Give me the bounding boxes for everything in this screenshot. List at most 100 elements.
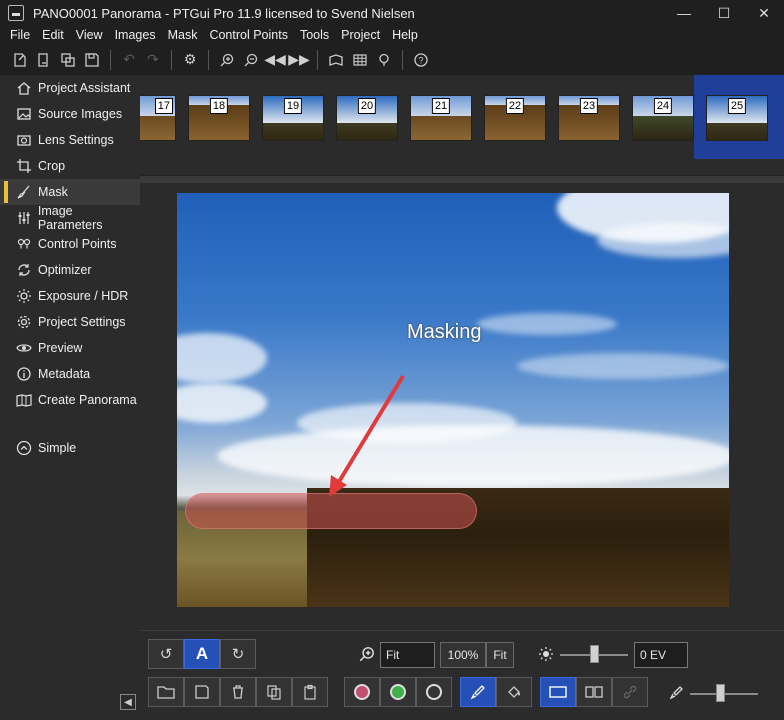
undo-icon[interactable]: ↶ bbox=[117, 48, 141, 72]
eye-icon bbox=[15, 339, 33, 357]
thumbnail-25[interactable]: 25 bbox=[706, 95, 768, 141]
brush-tool-button[interactable] bbox=[460, 677, 496, 707]
sidebar-item-image-parameters[interactable]: Image Parameters bbox=[0, 204, 140, 232]
rotate-left-button[interactable]: ↺ bbox=[148, 639, 184, 669]
link-view-button[interactable] bbox=[612, 677, 648, 707]
panorama-editor-icon[interactable] bbox=[324, 48, 348, 72]
sidebar-item-create-panorama[interactable]: Create Panorama bbox=[0, 387, 140, 413]
menu-view[interactable]: View bbox=[70, 28, 109, 42]
thumbnail-number: 17 bbox=[154, 98, 173, 114]
minimize-button[interactable]: — bbox=[664, 0, 704, 26]
window-title: PANO0001 Panorama - PTGui Pro 11.9 licen… bbox=[33, 5, 415, 21]
source-image[interactable]: Masking bbox=[177, 193, 729, 607]
app-icon bbox=[8, 5, 24, 21]
new-project-icon[interactable] bbox=[8, 48, 32, 72]
mask-canvas[interactable]: Masking bbox=[140, 183, 784, 630]
panorama-icon bbox=[15, 391, 33, 409]
green-mask-button[interactable] bbox=[380, 677, 416, 707]
brush-size-slider-thumb[interactable] bbox=[716, 684, 725, 702]
sidebar-item-label: Preview bbox=[38, 341, 83, 355]
menu-tools[interactable]: Tools bbox=[294, 28, 335, 42]
maximize-button[interactable]: ☐ bbox=[704, 0, 744, 26]
prev-image-icon[interactable]: ◀◀ bbox=[263, 48, 287, 72]
zoom-fit-button[interactable]: Fit bbox=[486, 642, 514, 668]
menu-edit[interactable]: Edit bbox=[36, 28, 70, 42]
paste-mask-button[interactable] bbox=[292, 677, 328, 707]
ev-field[interactable]: 0 EV bbox=[634, 642, 688, 668]
thumbnail-17[interactable]: 17 bbox=[140, 95, 176, 141]
open-images-icon[interactable] bbox=[56, 48, 80, 72]
copy-mask-button[interactable] bbox=[256, 677, 292, 707]
brightness-slider-thumb[interactable] bbox=[590, 645, 599, 663]
next-image-icon[interactable]: ▶▶ bbox=[287, 48, 311, 72]
menu-file[interactable]: File bbox=[4, 28, 36, 42]
collapse-sidebar-button[interactable]: ◀ bbox=[120, 694, 136, 710]
menu-control-points[interactable]: Control Points bbox=[203, 28, 294, 42]
strip-splitter[interactable] bbox=[140, 175, 784, 183]
clear-mask-button[interactable] bbox=[416, 677, 452, 707]
mask-tools-panel: ↺ A ↻ Fit 100% Fit 0 EV bbox=[140, 630, 784, 720]
thumbnail-20[interactable]: 20 bbox=[336, 95, 398, 141]
menu-mask[interactable]: Mask bbox=[162, 28, 204, 42]
title-bar: PANO0001 Panorama - PTGui Pro 11.9 licen… bbox=[0, 0, 784, 26]
text-tool-button[interactable]: A bbox=[184, 639, 220, 669]
red-mask-button[interactable] bbox=[344, 677, 380, 707]
sidebar-item-project-settings[interactable]: Project Settings bbox=[0, 309, 140, 335]
sidebar-item-lens-settings[interactable]: Lens Settings bbox=[0, 127, 140, 153]
help-icon[interactable]: ? bbox=[409, 48, 433, 72]
annotation-text: Masking bbox=[407, 321, 482, 343]
redo-icon[interactable]: ↷ bbox=[141, 48, 165, 72]
sidebar-item-metadata[interactable]: Metadata bbox=[0, 361, 140, 387]
thumbnail-24[interactable]: 24 bbox=[632, 95, 694, 141]
zoom-100-button[interactable]: 100% bbox=[440, 642, 486, 668]
rotate-right-button[interactable]: ↻ bbox=[220, 639, 256, 669]
sidebar-item-source-images[interactable]: Source Images bbox=[0, 101, 140, 127]
dual-view-button[interactable] bbox=[576, 677, 612, 707]
settings-icon[interactable]: ⚙ bbox=[178, 48, 202, 72]
thumbnail-number: 25 bbox=[727, 98, 747, 114]
thumbnail-22[interactable]: 22 bbox=[484, 95, 546, 141]
open-mask-button[interactable] bbox=[148, 677, 184, 707]
open-project-icon[interactable] bbox=[32, 48, 56, 72]
fill-tool-button[interactable] bbox=[496, 677, 532, 707]
sidebar-item-label: Control Points bbox=[38, 237, 117, 251]
menu-images[interactable]: Images bbox=[109, 28, 162, 42]
thumbnail-21[interactable]: 21 bbox=[410, 95, 472, 141]
menu-help[interactable]: Help bbox=[386, 28, 424, 42]
menu-project[interactable]: Project bbox=[335, 28, 386, 42]
sidebar-item-label: Lens Settings bbox=[38, 133, 114, 147]
sidebar-item-project-assistant[interactable]: Project Assistant bbox=[0, 75, 140, 101]
thumbnail-18[interactable]: 18 bbox=[188, 95, 250, 141]
home-icon bbox=[15, 79, 33, 97]
sidebar-item-label: Exposure / HDR bbox=[38, 289, 129, 303]
toolbar-separator bbox=[208, 49, 209, 70]
simple-mode-toggle[interactable]: Simple bbox=[0, 435, 140, 461]
thumbnail-23[interactable]: 23 bbox=[558, 95, 620, 141]
table-icon[interactable] bbox=[348, 48, 372, 72]
sidebar-item-label: Source Images bbox=[38, 107, 123, 121]
thumbnail-number: 21 bbox=[431, 98, 451, 114]
close-button[interactable]: ✕ bbox=[744, 0, 784, 26]
thumbnail-number: 20 bbox=[357, 98, 377, 114]
sidebar-item-control-points[interactable]: Control Points bbox=[0, 231, 140, 257]
toolbar-separator bbox=[402, 49, 403, 70]
sidebar-item-crop[interactable]: Crop bbox=[0, 153, 140, 179]
thumbnail-19[interactable]: 19 bbox=[262, 95, 324, 141]
sidebar-item-label: Image Parameters bbox=[37, 204, 103, 232]
single-view-button[interactable] bbox=[540, 677, 576, 707]
sidebar-item-label: Project Settings bbox=[38, 315, 126, 329]
tip-icon[interactable] bbox=[372, 48, 396, 72]
save-icon[interactable] bbox=[80, 48, 104, 72]
sidebar-item-optimizer[interactable]: Optimizer bbox=[0, 257, 140, 283]
window-controls: — ☐ ✕ bbox=[664, 0, 784, 26]
zoom-out-icon[interactable] bbox=[239, 48, 263, 72]
save-mask-button[interactable] bbox=[184, 677, 220, 707]
delete-mask-button[interactable] bbox=[220, 677, 256, 707]
zoom-select[interactable]: Fit bbox=[380, 642, 435, 668]
red-dot-icon bbox=[354, 684, 370, 700]
zoom-in-icon[interactable] bbox=[215, 48, 239, 72]
sidebar-item-preview[interactable]: Preview bbox=[0, 335, 140, 361]
annotation-arrow bbox=[329, 374, 405, 497]
sidebar-item-exposure-hdr[interactable]: Exposure / HDR bbox=[0, 283, 140, 309]
sidebar-item-mask[interactable]: Mask bbox=[0, 179, 140, 205]
